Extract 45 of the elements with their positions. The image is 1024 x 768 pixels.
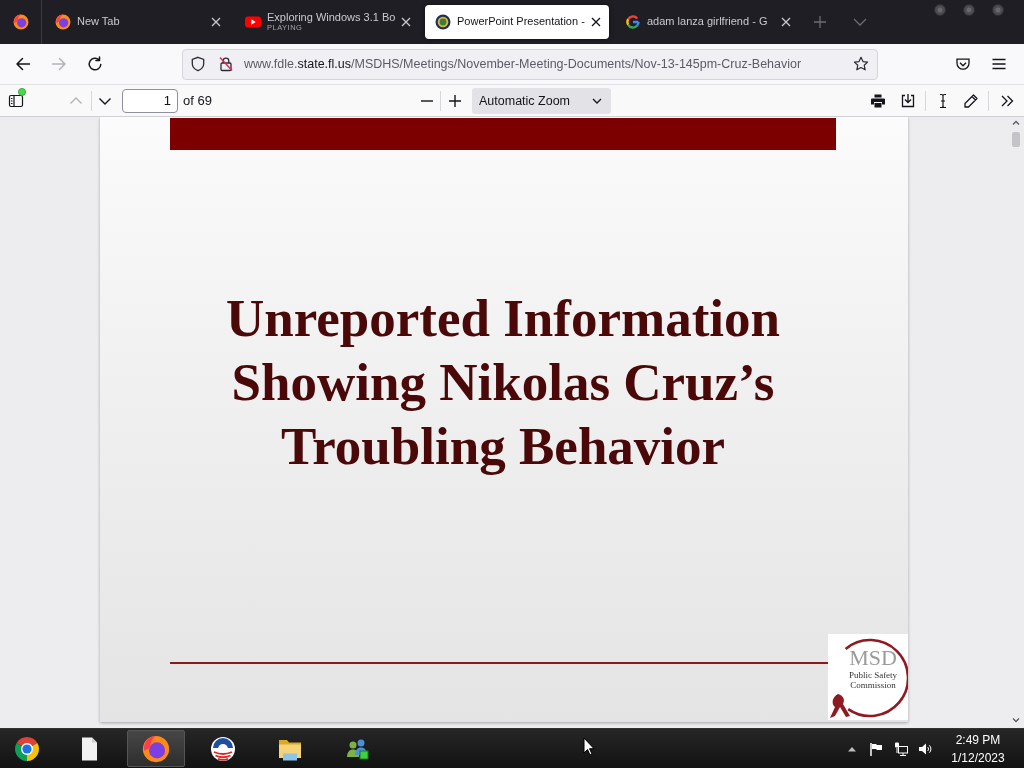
window-control-icon[interactable] [934,4,946,16]
clock-date: 1/12/2023 [951,749,1005,767]
tab[interactable]: PowerPoint Presentation - [425,5,609,39]
window-control-icon[interactable] [992,4,1004,16]
reload-icon[interactable] [87,56,103,72]
play-button-icon [245,14,261,30]
download-icon[interactable] [900,92,916,109]
network-icon[interactable] [894,741,908,756]
speaker-icon[interactable] [918,741,932,756]
plus-icon[interactable] [813,15,827,29]
clock-time: 2:49 PM [955,731,1001,749]
slide-title: Unreported Information Showing Nikolas Cruz’s Troubling Behavior [225,288,781,477]
page-count: of 69 [183,93,212,108]
taskbar-button[interactable] [127,730,185,767]
page-number-field[interactable]: 1 [122,88,178,113]
chevron-up-icon[interactable] [848,745,856,752]
rising-sun-circle-icon [209,734,237,763]
scroll-down-icon[interactable] [1011,715,1021,725]
flag-icon[interactable] [869,741,883,756]
tab[interactable]: adam lanza girlfriend - G [615,5,799,39]
zoom-select[interactable]: Automatic Zoom [472,87,611,114]
print-icon[interactable] [870,92,886,109]
mouse-pointer-icon [583,737,595,756]
window-control-icon[interactable] [963,4,975,16]
menu-icon[interactable] [991,56,1007,72]
tab[interactable]: New Tab [45,5,229,39]
g-letter-icon [625,14,641,30]
zoom-in-icon[interactable] [447,92,463,109]
shield-icon[interactable] [190,56,206,72]
close-icon[interactable] [591,17,601,27]
crossed-lock-icon[interactable] [218,56,234,72]
fox-globe-icon [55,14,71,30]
scrollbar-thumb[interactable] [1012,132,1020,147]
round-seal-icon [435,14,451,30]
star-icon[interactable] [853,56,869,72]
pen-icon[interactable] [963,92,979,109]
ribbon-logo: MSD Public Safety Commission [828,634,908,720]
fox-globe-icon [142,734,170,763]
pouch-icon[interactable] [955,56,971,72]
fox-globe-icon[interactable] [12,14,29,30]
back-arrow-icon[interactable] [15,56,31,72]
url-field[interactable]: www.fdle.state.fl.us/MSDHS/Meetings/November-Meeting-Documents/Nov-13-145pm-Cruz-Behavior [182,48,878,80]
scroll-up-icon[interactable] [1011,118,1021,128]
sidebar-toggle-icon[interactable] [8,92,24,109]
tricolor-ring-icon [13,734,41,763]
